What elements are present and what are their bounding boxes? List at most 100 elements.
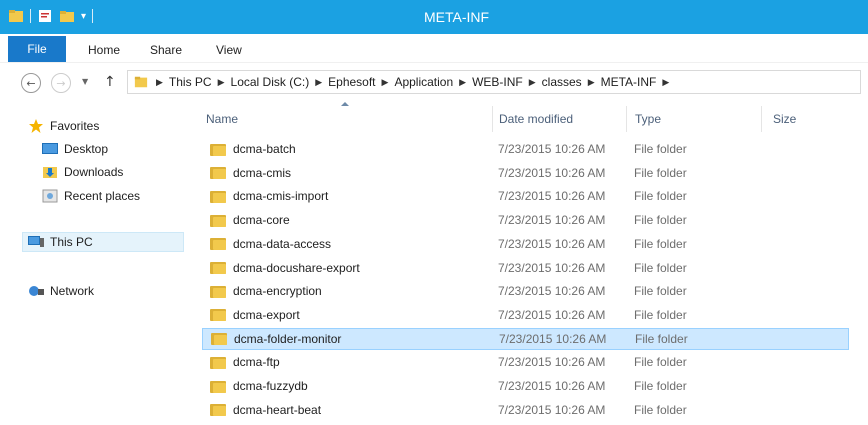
star-icon — [29, 119, 43, 133]
title-bar: ▾ META-INF — [0, 0, 868, 34]
file-name: dcma-cmis — [233, 165, 292, 180]
breadcrumb-arrow-icon[interactable]: ▶ — [662, 77, 669, 88]
folder-icon — [210, 285, 226, 298]
file-name: dcma-cmis-import — [233, 189, 329, 204]
column-divider[interactable] — [626, 106, 627, 132]
nav-downloads[interactable]: Downloads — [42, 162, 123, 182]
up-arrow-icon[interactable]: ↑ — [104, 74, 116, 90]
nav-desktop[interactable]: Desktop — [42, 139, 108, 159]
folder-icon — [210, 261, 226, 274]
table-row[interactable]: dcma-export 7/23/2015 10:26 AM File folder — [202, 304, 849, 326]
column-divider[interactable] — [761, 106, 762, 132]
file-name: dcma-export — [233, 307, 300, 322]
forward-button[interactable]: → — [51, 73, 71, 93]
tab-home[interactable]: Home — [88, 38, 120, 62]
nav-network[interactable]: Network — [28, 281, 94, 301]
date-modified-cell: 7/23/2015 10:26 AM — [498, 379, 606, 393]
column-header-label: Type — [635, 112, 662, 126]
table-row[interactable]: dcma-encryption 7/23/2015 10:26 AM File fo… — [202, 280, 849, 302]
folder-icon — [210, 356, 226, 369]
file-name-cell: dcma-core — [210, 213, 290, 227]
table-row[interactable]: dcma-ftp 7/23/2015 10:26 AM File folder — [202, 351, 849, 373]
nav-favorites[interactable]: Favorites — [28, 116, 99, 136]
file-name-cell: dcma-batch — [210, 142, 296, 156]
type-cell: File folder — [634, 142, 687, 156]
file-name-cell: dcma-folder-monitor — [211, 332, 341, 346]
column-header-type[interactable]: Type — [635, 106, 765, 132]
type-cell: File folder — [634, 213, 687, 228]
date-modified-cell: 7/23/2015 10:26 AM — [498, 284, 606, 299]
tab-file[interactable]: File — [8, 36, 66, 62]
folder-icon — [210, 308, 226, 322]
nav-label: Desktop — [64, 142, 109, 156]
breadcrumb-arrow-icon[interactable]: ▶ — [156, 77, 163, 88]
file-name-cell: dcma-docushare-export — [210, 261, 360, 275]
file-name-cell: dcma-cmis — [210, 166, 291, 180]
table-row[interactable]: dcma-cmis-import 7/23/2015 10:26 AM File f… — [202, 185, 849, 207]
breadcrumb-meta-inf[interactable]: META-INF — [601, 75, 657, 89]
type-cell: File folder — [634, 379, 687, 393]
file-name-cell: dcma-fuzzydb — [210, 379, 308, 393]
date-modified-cell: 7/23/2015 10:26 AM — [498, 189, 606, 204]
file-name: dcma-folder-monitor — [234, 331, 342, 346]
breadcrumb-arrow-icon[interactable]: ▶ — [218, 77, 225, 88]
address-bar[interactable]: ▶ This PC ▶ Local Disk (C:) ▶ Ephesoft ▶… — [127, 70, 861, 94]
nav-this-pc[interactable]: This PC — [22, 232, 184, 252]
breadcrumb-this-pc[interactable]: This PC — [169, 75, 212, 89]
column-header-label: Name — [206, 112, 239, 126]
table-row[interactable]: dcma-folder-monitor 7/23/2015 10:26 AM Fil… — [202, 327, 849, 350]
breadcrumb-classes[interactable]: classes — [542, 75, 582, 89]
breadcrumb-arrow-icon[interactable]: ▶ — [382, 77, 389, 88]
file-name: dcma-batch — [233, 142, 296, 156]
breadcrumb-arrow-icon[interactable]: ▶ — [459, 77, 466, 88]
date-modified-cell: 7/23/2015 10:26 AM — [498, 307, 606, 322]
column-divider[interactable] — [492, 106, 493, 132]
table-row[interactable]: dcma-cmis 7/23/2015 10:26 AM File folder — [202, 162, 849, 184]
table-row[interactable]: dcma-data-access 7/23/2015 10:26 AM File f… — [202, 233, 849, 255]
breadcrumb-local-disk[interactable]: Local Disk (C:) — [231, 75, 310, 89]
table-row[interactable]: dcma-fuzzydb 7/23/2015 10:26 AM File folde… — [202, 375, 849, 397]
column-header-date-modified[interactable]: Date modified — [499, 106, 629, 132]
tab-share[interactable]: Share — [150, 38, 182, 62]
table-row[interactable]: dcma-docushare-export 7/23/2015 10:26 AM F… — [202, 257, 849, 279]
file-name: dcma-docushare-export — [233, 260, 360, 275]
breadcrumb-arrow-icon[interactable]: ▶ — [529, 77, 536, 88]
folder-icon — [210, 166, 226, 180]
file-name-cell: dcma-ftp — [210, 355, 280, 369]
table-row[interactable]: dcma-core 7/23/2015 10:26 AM File folder — [202, 209, 849, 231]
date-modified-cell: 7/23/2015 10:26 AM — [498, 165, 606, 180]
nav-recent-places[interactable]: Recent places — [42, 186, 140, 206]
downloads-icon — [43, 167, 57, 178]
folder-icon — [134, 76, 148, 88]
date-modified-cell: 7/23/2015 10:26 AM — [498, 213, 606, 228]
file-name: dcma-data-access — [233, 236, 332, 251]
nav-label: Recent places — [64, 189, 141, 203]
breadcrumb-ephesoft[interactable]: Ephesoft — [328, 75, 375, 89]
breadcrumb-web-inf[interactable]: WEB-INF — [472, 75, 523, 89]
date-modified-cell: 7/23/2015 10:26 AM — [498, 236, 606, 251]
folder-icon — [210, 190, 226, 203]
breadcrumb-arrow-icon[interactable]: ▶ — [315, 77, 322, 88]
breadcrumb-application[interactable]: Application — [394, 75, 453, 89]
column-header-label: Date modified — [499, 112, 574, 126]
nav-label: This PC — [50, 235, 93, 249]
folder-icon — [210, 237, 226, 251]
file-name-cell: dcma-export — [210, 308, 300, 322]
table-row[interactable]: dcma-batch 7/23/2015 10:26 AM File folder — [202, 138, 849, 160]
file-list: Name Date modified Type Size dcma-batch 7… — [186, 100, 868, 425]
computer-icon — [28, 236, 44, 247]
column-header-name[interactable]: Name — [206, 106, 496, 132]
file-name: dcma-encryption — [233, 284, 322, 299]
back-button[interactable]: ← — [21, 73, 41, 93]
recent-locations-chevron-icon[interactable]: ▼ — [82, 77, 88, 86]
date-modified-cell: 7/23/2015 10:26 AM — [498, 402, 606, 417]
file-name: dcma-ftp — [233, 355, 280, 370]
nav-label: Favorites — [50, 119, 100, 133]
table-row[interactable]: dcma-heart-beat 7/23/2015 10:26 AM File fo… — [202, 399, 849, 421]
sort-ascending-icon — [341, 102, 349, 106]
column-header-size[interactable]: Size — [773, 106, 853, 132]
column-header-label: Size — [773, 112, 797, 126]
date-modified-cell: 7/23/2015 10:26 AM — [498, 142, 606, 156]
tab-view[interactable]: View — [216, 38, 242, 62]
breadcrumb-arrow-icon[interactable]: ▶ — [588, 77, 595, 88]
